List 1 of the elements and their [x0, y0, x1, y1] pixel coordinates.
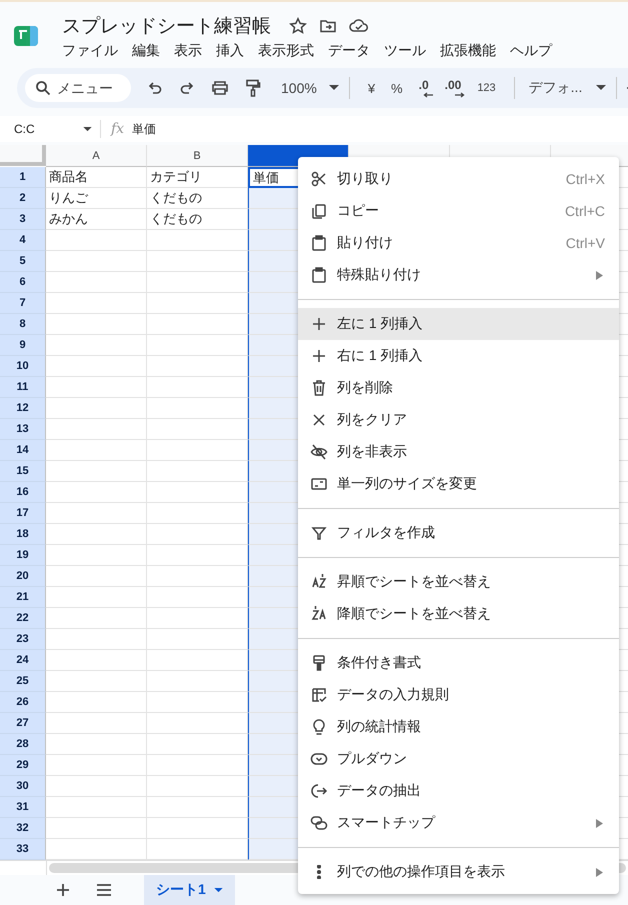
function-label: fx: [111, 121, 124, 137]
